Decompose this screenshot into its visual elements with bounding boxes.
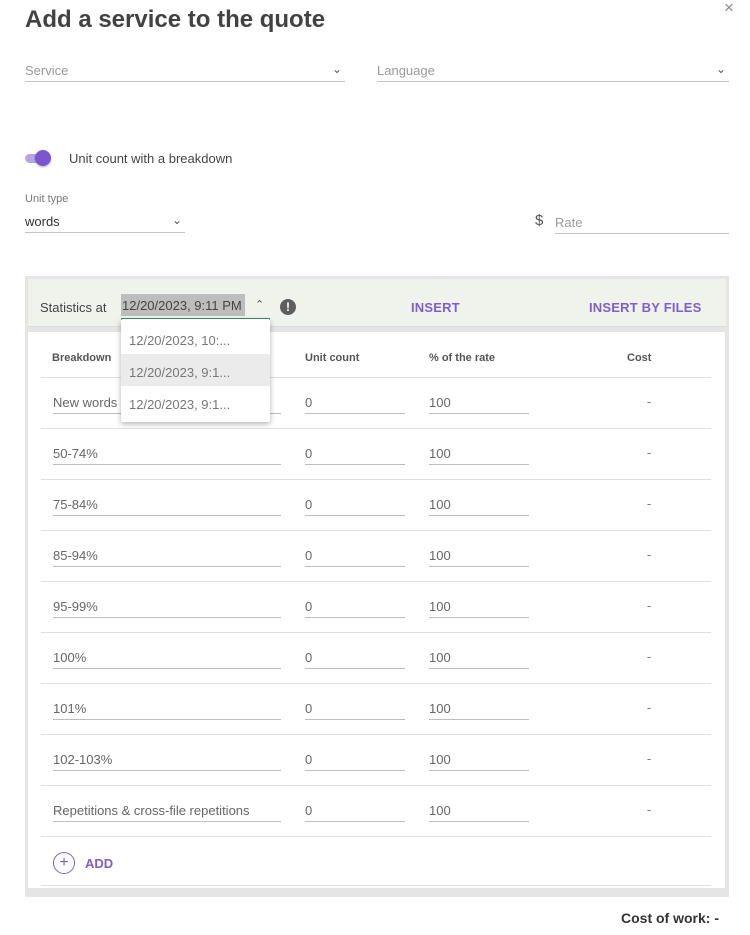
rate-pct-field[interactable]: 100 — [429, 594, 529, 618]
rate-placeholder: Rate — [555, 215, 583, 230]
unit-count-field[interactable]: 0 — [305, 645, 405, 669]
rate-pct-field[interactable]: 100 — [429, 645, 529, 669]
rate-pct-field[interactable]: 100 — [429, 492, 529, 516]
breakdown-field[interactable]: 95-99% — [53, 594, 281, 618]
breakdown-field[interactable]: 102-103% — [53, 747, 281, 771]
rate-input[interactable]: Rate — [555, 208, 729, 234]
unit-count-field[interactable]: 0 — [305, 594, 405, 618]
rate-pct-field[interactable]: 100 — [429, 441, 529, 465]
chevron-up-icon: ⌃ — [255, 299, 265, 311]
header-cost: Cost — [627, 352, 652, 364]
unit-type-value: words — [25, 214, 60, 229]
row-divider — [41, 785, 711, 786]
unit-count-field[interactable]: 0 — [305, 441, 405, 465]
unit-count-field[interactable]: 0 — [305, 747, 405, 771]
cost-value: - — [646, 394, 652, 409]
rate-pct-field[interactable]: 100 — [429, 543, 529, 567]
row-divider — [41, 683, 711, 684]
breakdown-field[interactable]: Repetitions & cross-file repetitions — [53, 798, 281, 822]
add-label: ADD — [85, 856, 114, 871]
breakdown-field[interactable]: 50-74% — [53, 441, 281, 465]
warning-icon[interactable]: ! — [280, 299, 296, 315]
unit-count-field[interactable]: 0 — [305, 696, 405, 720]
header-rate-pct: % of the rate — [429, 352, 496, 364]
insert-by-files-button[interactable]: INSERT BY FILES — [589, 300, 702, 315]
breakdown-field[interactable]: 100% — [53, 645, 281, 669]
rate-pct-field[interactable]: 100 — [429, 696, 529, 720]
cost-value: - — [646, 649, 652, 664]
service-placeholder: Service — [25, 63, 69, 78]
dropdown-option[interactable]: 12/20/2023, 9:1... — [121, 386, 270, 418]
statistics-date-select[interactable]: 12/20/2023, 9:11 PM ⌃ — [121, 292, 270, 320]
rate-pct-field[interactable]: 100 — [429, 747, 529, 771]
breakdown-field[interactable]: 75-84% — [53, 492, 281, 516]
language-placeholder: Language — [377, 63, 435, 78]
dropdown-option[interactable]: 12/20/2023, 10:... — [121, 322, 270, 354]
chevron-down-icon: ⌄ — [171, 213, 182, 227]
cost-value: - — [646, 547, 652, 562]
cost-value: - — [646, 598, 652, 613]
row-divider — [41, 428, 711, 429]
row-divider — [41, 632, 711, 633]
cost-value: - — [646, 751, 652, 766]
header-breakdown: Breakdown — [52, 352, 112, 364]
rate-pct-field[interactable]: 100 — [429, 390, 529, 414]
toggle-label: Unit count with a breakdown — [69, 151, 233, 166]
row-divider — [41, 734, 711, 735]
table-bottom-divider — [41, 885, 711, 886]
breakdown-field[interactable]: 101% — [53, 696, 281, 720]
row-divider — [41, 479, 711, 480]
service-select[interactable]: Service ⌄ — [25, 56, 345, 82]
chevron-down-icon: ⌄ — [331, 62, 342, 76]
statistics-selected-date: 12/20/2023, 9:11 PM — [121, 294, 245, 316]
row-divider — [41, 836, 711, 837]
row-divider — [41, 530, 711, 531]
language-select[interactable]: Language ⌄ — [377, 56, 729, 82]
currency-symbol: $ — [535, 212, 544, 229]
cost-value: - — [646, 496, 652, 511]
unit-type-select[interactable]: words ⌄ — [25, 207, 185, 233]
unit-count-field[interactable]: 0 — [305, 492, 405, 516]
rate-pct-field[interactable]: 100 — [429, 798, 529, 822]
insert-button[interactable]: INSERT — [411, 300, 460, 315]
statistics-label: Statistics at — [40, 300, 107, 315]
cost-value: - — [646, 445, 652, 460]
row-divider — [41, 581, 711, 582]
page-title: Add a service to the quote — [25, 6, 326, 33]
breakdown-field[interactable]: 85-94% — [53, 543, 281, 567]
statistics-dropdown: 12/20/2023, 10:... 12/20/2023, 9:1... 12… — [121, 319, 270, 422]
unit-count-field[interactable]: 0 — [305, 390, 405, 414]
breakdown-toggle[interactable] — [25, 150, 51, 166]
plus-circle-icon: + — [53, 852, 75, 874]
unit-type-label: Unit type — [25, 193, 69, 205]
unit-count-field[interactable]: 0 — [305, 798, 405, 822]
close-icon[interactable]: × — [724, 0, 734, 18]
cost-value: - — [646, 700, 652, 715]
cost-of-work: Cost of work: - — [621, 910, 719, 926]
dropdown-option[interactable]: 12/20/2023, 9:1... — [121, 354, 270, 386]
unit-count-field[interactable]: 0 — [305, 543, 405, 567]
cost-value: - — [646, 802, 652, 817]
toggle-knob — [35, 150, 51, 166]
chevron-down-icon: ⌄ — [715, 62, 726, 76]
header-unit-count: Unit count — [305, 352, 360, 364]
